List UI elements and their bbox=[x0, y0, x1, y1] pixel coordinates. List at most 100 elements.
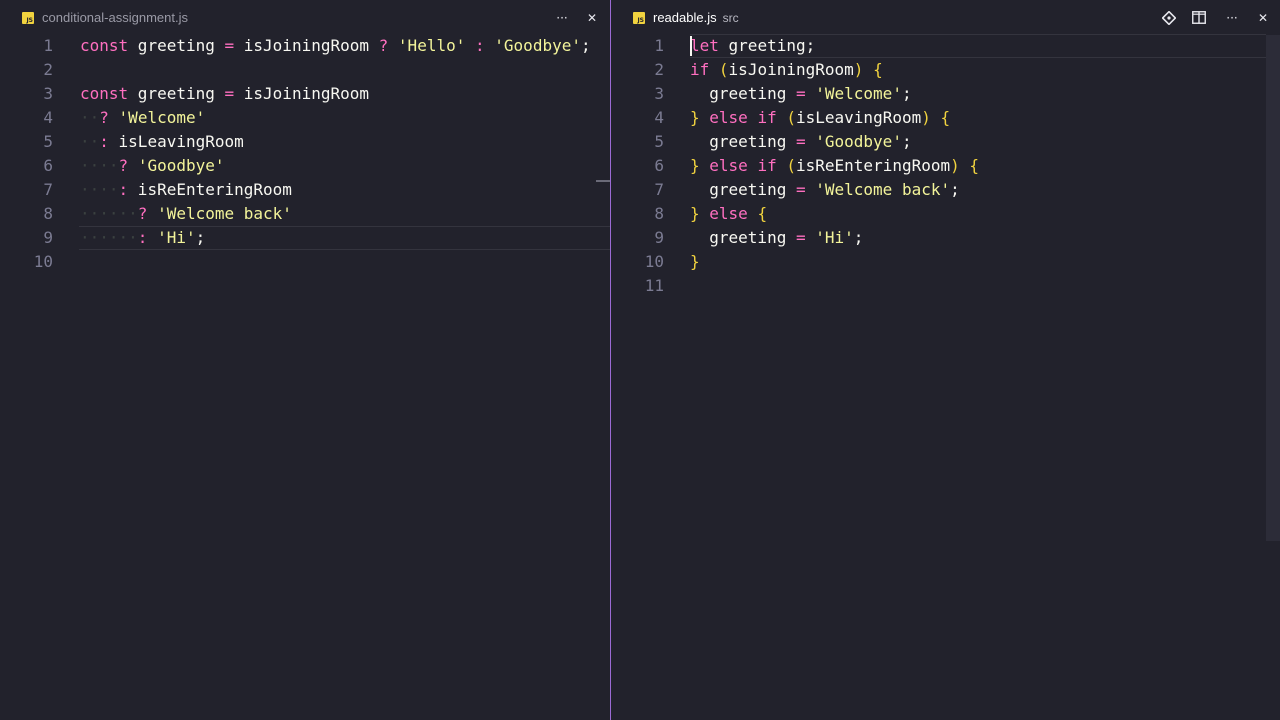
code-line[interactable]: 6} else if (isReEnteringRoom) { bbox=[611, 154, 1280, 178]
code-token: ) bbox=[921, 108, 931, 127]
tab-readable[interactable]: JS readable.js src bbox=[633, 10, 739, 25]
code-token: ) bbox=[950, 156, 960, 175]
overview-ruler-mark bbox=[596, 180, 610, 182]
code-line[interactable]: 1 const greeting = isJoiningRoom ? 'Hello… bbox=[0, 34, 610, 58]
git-compare-icon bbox=[1162, 10, 1176, 25]
text-cursor bbox=[690, 36, 692, 56]
code-token: isReEnteringRoom bbox=[796, 156, 951, 175]
code-token: ? bbox=[378, 36, 389, 55]
code-text: } else if (isLeavingRoom) { bbox=[690, 106, 950, 130]
code-line[interactable]: 3 const greeting = isJoiningRoom bbox=[0, 82, 610, 106]
code-token: greeting bbox=[690, 132, 796, 151]
code-text: ······: 'Hi'; bbox=[80, 226, 205, 250]
code-line[interactable]: 10} bbox=[611, 250, 1280, 274]
code-token: = bbox=[795, 132, 806, 151]
line-number: 2 bbox=[654, 60, 664, 79]
vertical-scrollbar[interactable] bbox=[1266, 35, 1280, 541]
code-token: 'Goodbye' bbox=[494, 36, 581, 55]
code-token: 'Hi' bbox=[157, 228, 196, 247]
code-line[interactable]: 4} else if (isLeavingRoom) { bbox=[611, 106, 1280, 130]
code-line[interactable]: 9 ······: 'Hi'; bbox=[0, 226, 610, 250]
code-text: const greeting = isJoiningRoom ? 'Hello'… bbox=[80, 34, 591, 58]
code-token: 'Welcome' bbox=[815, 84, 902, 103]
line-number: 10 bbox=[33, 252, 53, 271]
more-actions-icon[interactable]: ··· bbox=[1220, 6, 1244, 30]
tab-title: readable.js bbox=[653, 10, 717, 25]
code-token: } bbox=[690, 252, 700, 271]
line-number: 1 bbox=[43, 36, 53, 55]
code-token: 'Hi' bbox=[815, 228, 854, 247]
code-token: { bbox=[969, 156, 980, 175]
code-token: ; bbox=[901, 84, 912, 103]
code-text: ··: isLeavingRoom bbox=[80, 130, 244, 154]
close-icon[interactable]: ✕ bbox=[1251, 6, 1275, 30]
code-token: if bbox=[757, 156, 777, 175]
code-token: let bbox=[690, 36, 719, 55]
code-line[interactable]: 7 ····: isReEnteringRoom bbox=[0, 178, 610, 202]
close-icon[interactable]: ✕ bbox=[580, 6, 604, 30]
js-file-icon: JS bbox=[22, 11, 34, 24]
code-line[interactable]: 8 ······? 'Welcome back' bbox=[0, 202, 610, 226]
code-line[interactable]: 6 ····? 'Goodbye' bbox=[0, 154, 610, 178]
code-token: if bbox=[690, 60, 710, 79]
split-editor-icon[interactable] bbox=[1187, 6, 1211, 30]
code-token: ( bbox=[786, 108, 796, 127]
line-number: 8 bbox=[43, 204, 53, 223]
code-line[interactable]: 5 greeting = 'Goodbye'; bbox=[611, 130, 1280, 154]
code-line[interactable]: 3 greeting = 'Welcome'; bbox=[611, 82, 1280, 106]
git-compare-icon[interactable] bbox=[1157, 6, 1181, 30]
code-token: greeting bbox=[128, 36, 225, 55]
code-line[interactable]: 10 bbox=[0, 250, 610, 274]
code-token: isLeavingRoom bbox=[108, 132, 244, 151]
code-line[interactable]: 1 let greeting; bbox=[611, 34, 1280, 58]
code-token: { bbox=[940, 108, 951, 127]
code-token: ······ bbox=[80, 204, 138, 223]
line-number: 6 bbox=[43, 156, 53, 175]
code-line[interactable]: 11 bbox=[611, 274, 1280, 298]
line-number: 2 bbox=[43, 60, 53, 79]
code-token: ; bbox=[853, 228, 864, 247]
code-line[interactable]: 8} else { bbox=[611, 202, 1280, 226]
code-line[interactable]: 2 if (isJoiningRoom) { bbox=[611, 58, 1280, 82]
code-text: greeting = 'Goodbye'; bbox=[690, 130, 911, 154]
code-line[interactable]: 2 bbox=[0, 58, 610, 82]
code-token: 'Welcome back' bbox=[157, 204, 292, 223]
split-editor-icon bbox=[1192, 11, 1206, 24]
tab-conditional-assignment[interactable]: JS conditional-assignment.js bbox=[22, 10, 188, 25]
line-number: 1 bbox=[654, 36, 664, 55]
right-tab-bar: JS readable.js src ··· ✕ bbox=[611, 0, 1280, 35]
code-token: } bbox=[690, 204, 700, 223]
line-number: 5 bbox=[43, 132, 53, 151]
code-line[interactable]: 4 ··? 'Welcome' bbox=[0, 106, 610, 130]
code-token: { bbox=[873, 60, 883, 79]
code-token: ? bbox=[99, 108, 109, 127]
code-token: ·· bbox=[80, 108, 100, 127]
code-text: greeting = 'Welcome back'; bbox=[690, 178, 959, 202]
code-text: } else { bbox=[690, 202, 767, 226]
left-code-area[interactable]: 1 const greeting = isJoiningRoom ? 'Hello… bbox=[0, 34, 610, 274]
code-token: ( bbox=[786, 156, 796, 175]
code-token: greeting bbox=[690, 228, 796, 247]
code-line[interactable]: 9 greeting = 'Hi'; bbox=[611, 226, 1280, 250]
more-actions-icon[interactable]: ··· bbox=[550, 6, 574, 30]
code-line[interactable]: 5 ··: isLeavingRoom bbox=[0, 130, 610, 154]
code-token: isJoiningRoom bbox=[728, 60, 854, 79]
code-line[interactable]: 7 greeting = 'Welcome back'; bbox=[611, 178, 1280, 202]
code-token: 'Goodbye' bbox=[815, 132, 902, 151]
code-token: } bbox=[690, 156, 700, 175]
code-text: const greeting = isJoiningRoom bbox=[80, 82, 369, 106]
right-code-area[interactable]: 1 let greeting; 2 if ( isJoiningRoom) {3 gre… bbox=[611, 34, 1280, 298]
code-token: = bbox=[224, 84, 235, 103]
